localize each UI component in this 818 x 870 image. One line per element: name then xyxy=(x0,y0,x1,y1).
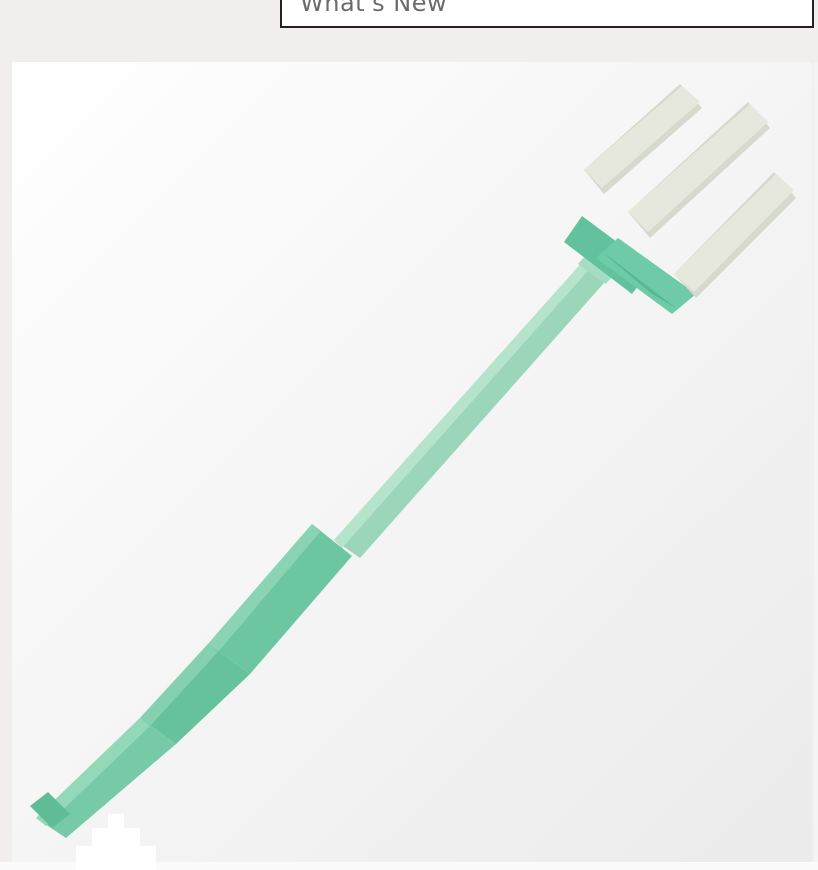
trident-grip xyxy=(30,524,352,838)
page: What's New xyxy=(0,0,818,870)
trident-icon xyxy=(30,84,796,838)
whats-new-label: What's New xyxy=(300,0,448,17)
up-arrow-icon[interactable] xyxy=(76,814,156,870)
product-image xyxy=(12,62,812,862)
right-divider xyxy=(814,62,818,870)
whats-new-tab[interactable]: What's New xyxy=(280,0,814,28)
trident-shaft xyxy=(334,258,612,558)
